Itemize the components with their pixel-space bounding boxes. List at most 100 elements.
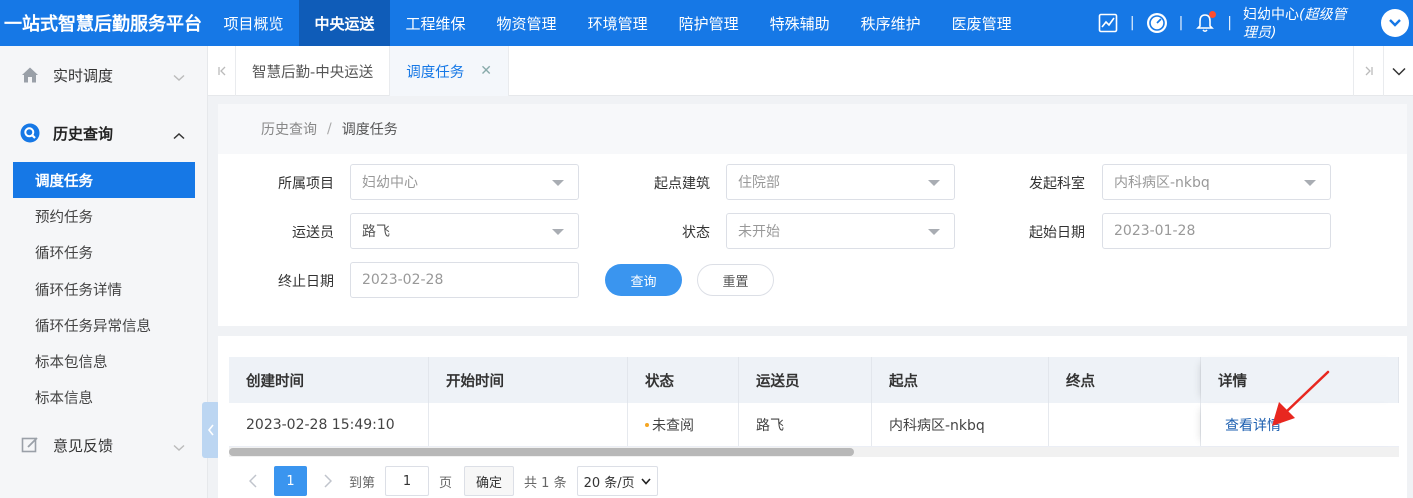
close-icon[interactable]: ✕	[480, 63, 492, 79]
nav-item-engineering[interactable]: 工程维保	[390, 0, 481, 46]
sidebar-item-loop-task-detail[interactable]: 循环任务详情	[0, 271, 207, 307]
total-count: 共 1 条	[524, 475, 567, 491]
table-horizontal-scrollbar[interactable]	[229, 447, 1399, 457]
chart-icon[interactable]	[1097, 12, 1119, 34]
column-header[interactable]: 详情	[1201, 357, 1399, 403]
tab-central-transport[interactable]: 智慧后勤-中央运送	[236, 46, 391, 96]
breadcrumb-separator: /	[327, 121, 332, 137]
cell-origin: 内科病区-nkbq	[872, 403, 1049, 446]
start-date-value: 2023-01-28	[1114, 223, 1196, 239]
tab-label: 智慧后勤-中央运送	[252, 64, 374, 81]
sidebar-group-label: 历史查询	[53, 124, 114, 143]
sidebar-group-label: 实时调度	[53, 66, 114, 85]
nav-item-materials[interactable]: 物资管理	[481, 0, 572, 46]
tabs-bar: 智慧后勤-中央运送 调度任务 ✕	[208, 46, 1413, 96]
chevron-down-icon	[1391, 67, 1406, 76]
chevron-down-icon	[173, 438, 185, 456]
courier-label: 运送员	[292, 225, 334, 241]
sidebar-item-dispatch-tasks[interactable]: 调度任务	[13, 162, 195, 199]
nav-item-central-transport[interactable]: 中央运送	[299, 0, 391, 46]
start-date-label: 起始日期	[1029, 225, 1085, 241]
nav-item-environment[interactable]: 环境管理	[572, 0, 663, 46]
results-table: 创建时间 开始时间 状态 运送员 起点 终点 详情 2023-02-28 15:…	[229, 357, 1399, 447]
column-header[interactable]: 状态	[628, 357, 739, 403]
dashboard-icon[interactable]	[1146, 12, 1168, 34]
next-page-icon[interactable]	[315, 474, 341, 488]
page-size-select[interactable]: 20 条/页	[576, 466, 658, 496]
user-info[interactable]: 妇幼中心(超级管 理员)	[1243, 5, 1373, 42]
view-detail-link[interactable]: 查看详情	[1225, 415, 1281, 435]
status-label: 状态	[682, 225, 710, 241]
sidebar-item-reserved-tasks[interactable]: 预约任务	[0, 198, 207, 234]
dept-select[interactable]: 内科病区-nkbq	[1102, 164, 1331, 200]
sidebar-group-label: 意见反馈	[53, 436, 114, 455]
edit-icon	[20, 435, 40, 455]
caret-down-icon	[552, 229, 564, 235]
reset-button[interactable]: 重置	[697, 264, 774, 296]
nav-item-medical-waste[interactable]: 医废管理	[936, 0, 1027, 46]
courier-select[interactable]: 路飞	[350, 213, 579, 249]
dept-value: 内科病区-nkbq	[1114, 175, 1210, 191]
column-header[interactable]: 创建时间	[229, 357, 429, 403]
sidebar-group-realtime[interactable]: 实时调度	[0, 46, 207, 104]
tabs-scroll-left[interactable]	[208, 46, 236, 96]
project-select[interactable]: 妇幼中心	[350, 164, 579, 200]
start-building-label: 起点建筑	[654, 176, 710, 192]
top-bar: 一站式智慧后勤服务平台 项目概览 中央运送 工程维保 物资管理 环境管理 陪护管…	[0, 0, 1413, 46]
chevron-left-icon	[207, 424, 214, 436]
divider: |	[1129, 15, 1135, 31]
query-button[interactable]: 查询	[605, 264, 682, 296]
status-dot-icon	[645, 422, 649, 427]
filter-panel: 历史查询 / 调度任务 所属项目 妇幼中心 起点建筑 住院部 发起科室 内科病区…	[218, 104, 1407, 326]
tab-dispatch-tasks[interactable]: 调度任务 ✕	[390, 46, 509, 96]
project-label: 所属项目	[278, 176, 334, 192]
nav-item-order[interactable]: 秩序维护	[845, 0, 936, 46]
chevron-up-icon	[173, 126, 185, 144]
tabs-scroll-right[interactable]	[1353, 46, 1383, 96]
status-select[interactable]: 未开始	[726, 213, 955, 249]
column-header[interactable]: 终点	[1049, 357, 1201, 403]
end-date-input[interactable]: 2023-02-28	[350, 262, 579, 298]
sidebar-item-specimen-info[interactable]: 标本信息	[0, 380, 207, 416]
tabs-menu-dropdown[interactable]	[1383, 46, 1413, 96]
caret-down-icon	[1304, 180, 1316, 186]
page-number-current[interactable]: 1	[274, 466, 307, 496]
breadcrumb: 历史查询 / 调度任务	[218, 104, 1407, 154]
breadcrumb-current: 调度任务	[341, 122, 398, 138]
results-panel: 创建时间 开始时间 状态 运送员 起点 终点 详情 2023-02-28 15:…	[218, 336, 1407, 498]
app-brand: 一站式智慧后勤服务平台	[4, 14, 202, 35]
tabs-right-controls	[1353, 46, 1413, 96]
bell-icon[interactable]	[1194, 11, 1217, 34]
divider: |	[1227, 15, 1232, 31]
sidebar-item-loop-task-exception[interactable]: 循环任务异常信息	[0, 307, 207, 343]
sidebar: 实时调度 历史查询 调度任务 预约任务 循环任务 循环任务详情 循环任务异常信息…	[0, 46, 208, 498]
column-header[interactable]: 起点	[872, 357, 1049, 403]
table-header: 创建时间 开始时间 状态 运送员 起点 终点 详情	[229, 357, 1399, 403]
start-date-input[interactable]: 2023-01-28	[1102, 213, 1331, 249]
breadcrumb-parent[interactable]: 历史查询	[261, 119, 317, 139]
filter-form: 所属项目 妇幼中心 起点建筑 住院部 发起科室 内科病区-nkbq 运送员 路飞…	[218, 154, 1407, 326]
chevron-down-icon	[173, 68, 185, 86]
scrollbar-thumb[interactable]	[229, 448, 854, 456]
courier-value: 路飞	[362, 224, 390, 240]
prev-page-icon[interactable]	[240, 474, 266, 488]
column-header[interactable]: 开始时间	[429, 357, 628, 403]
sidebar-item-loop-tasks[interactable]: 循环任务	[0, 235, 207, 271]
end-date-label: 终止日期	[278, 274, 334, 290]
sidebar-group-history[interactable]: 历史查询	[0, 104, 207, 162]
nav-item-escort[interactable]: 陪护管理	[663, 0, 754, 46]
goto-page-input[interactable]: 1	[385, 466, 430, 496]
start-building-select[interactable]: 住院部	[726, 164, 955, 200]
nav-item-overview[interactable]: 项目概览	[208, 0, 299, 46]
goto-confirm-button[interactable]: 确定	[464, 466, 515, 496]
cell-detail: 查看详情	[1201, 403, 1399, 446]
page-size-value: 20 条/页	[583, 475, 635, 491]
user-menu-chevron-icon[interactable]	[1381, 9, 1409, 37]
nav-item-special-assist[interactable]: 特殊辅助	[754, 0, 845, 46]
double-chevron-right-icon	[1365, 66, 1373, 76]
status-text: 未查阅	[652, 417, 694, 434]
sidebar-group-feedback[interactable]: 意见反馈	[0, 416, 207, 474]
notification-badge	[1209, 11, 1217, 18]
sidebar-item-specimen-package[interactable]: 标本包信息	[0, 343, 207, 379]
column-header[interactable]: 运送员	[739, 357, 872, 403]
